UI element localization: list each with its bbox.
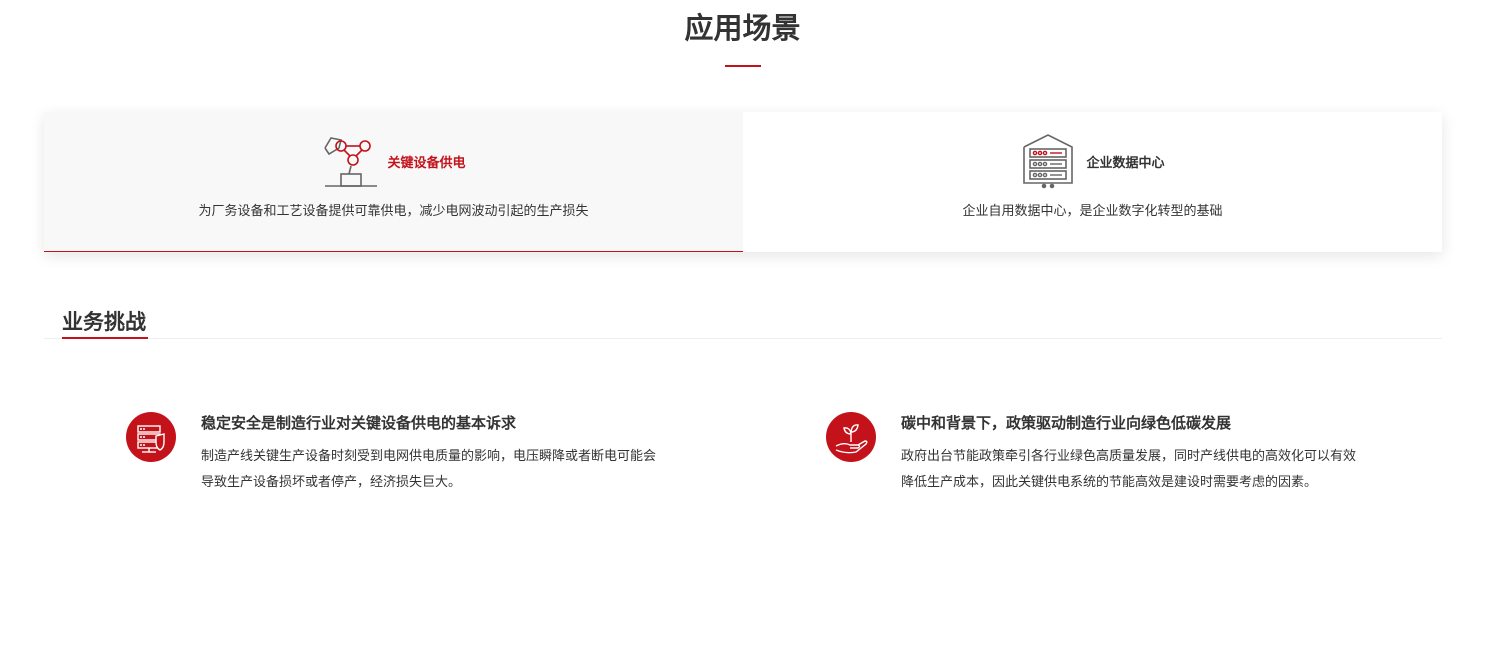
scenario-head: 企业数据中心: [743, 133, 1442, 189]
challenge-body: 制造产线关键生产设备时刻受到电网供电质量的影响，电压瞬降或者断电可能会导致生产设…: [201, 449, 657, 490]
title-underline: [725, 65, 761, 67]
challenges-title-underline: [62, 337, 148, 339]
server-rack-icon: [1020, 133, 1076, 189]
section-title: 应用场景: [684, 11, 801, 45]
scenario-description: 企业自用数据中心，是企业数字化转型的基础: [962, 204, 1223, 219]
scenario-label: 关键设备供电: [387, 155, 466, 171]
scenario-tabs: 关键设备供电 为厂务设备和工艺设备提供可靠供电，减少电网波动引起的生产损失 企业…: [44, 112, 1442, 252]
tab-enterprise-data-center[interactable]: 企业数据中心 企业自用数据中心，是企业数字化转型的基础: [743, 112, 1442, 252]
challenge-body: 政府出台节能政策牵引各行业绿色高质量发展，同时产线供电的高效化可以有效降低生产成…: [901, 449, 1357, 490]
scenario-head: 关键设备供电: [44, 134, 743, 188]
challenge-text: 稳定安全是制造行业对关键设备供电的基本诉求 制造产线关键生产设备时刻受到电网供电…: [201, 412, 671, 496]
tab-key-equipment-power[interactable]: 关键设备供电 为厂务设备和工艺设备提供可靠供电，减少电网波动引起的生产损失: [44, 112, 743, 252]
challenge-heading: 碳中和背景下，政策驱动制造行业向绿色低碳发展: [901, 414, 1232, 432]
challenge-text: 碳中和背景下，政策驱动制造行业向绿色低碳发展 政府出台节能政策牵引各行业绿色高质…: [901, 412, 1371, 496]
page: 应用场景 关键设备供电 为厂务设备和工艺设备提供可靠供电，减少电网波动引起的生产…: [0, 0, 1485, 665]
hand-plant-icon: [826, 412, 876, 462]
challenge-heading: 稳定安全是制造行业对关键设备供电的基本诉求: [201, 414, 517, 432]
scenario-description: 为厂务设备和工艺设备提供可靠供电，减少电网波动引起的生产损失: [198, 204, 589, 219]
challenges-divider: [44, 338, 1442, 339]
challenges-title: 业务挑战: [62, 310, 146, 334]
scenario-label: 企业数据中心: [1086, 155, 1165, 171]
robot-arm-icon: [321, 134, 378, 188]
server-shield-icon: [126, 412, 176, 462]
